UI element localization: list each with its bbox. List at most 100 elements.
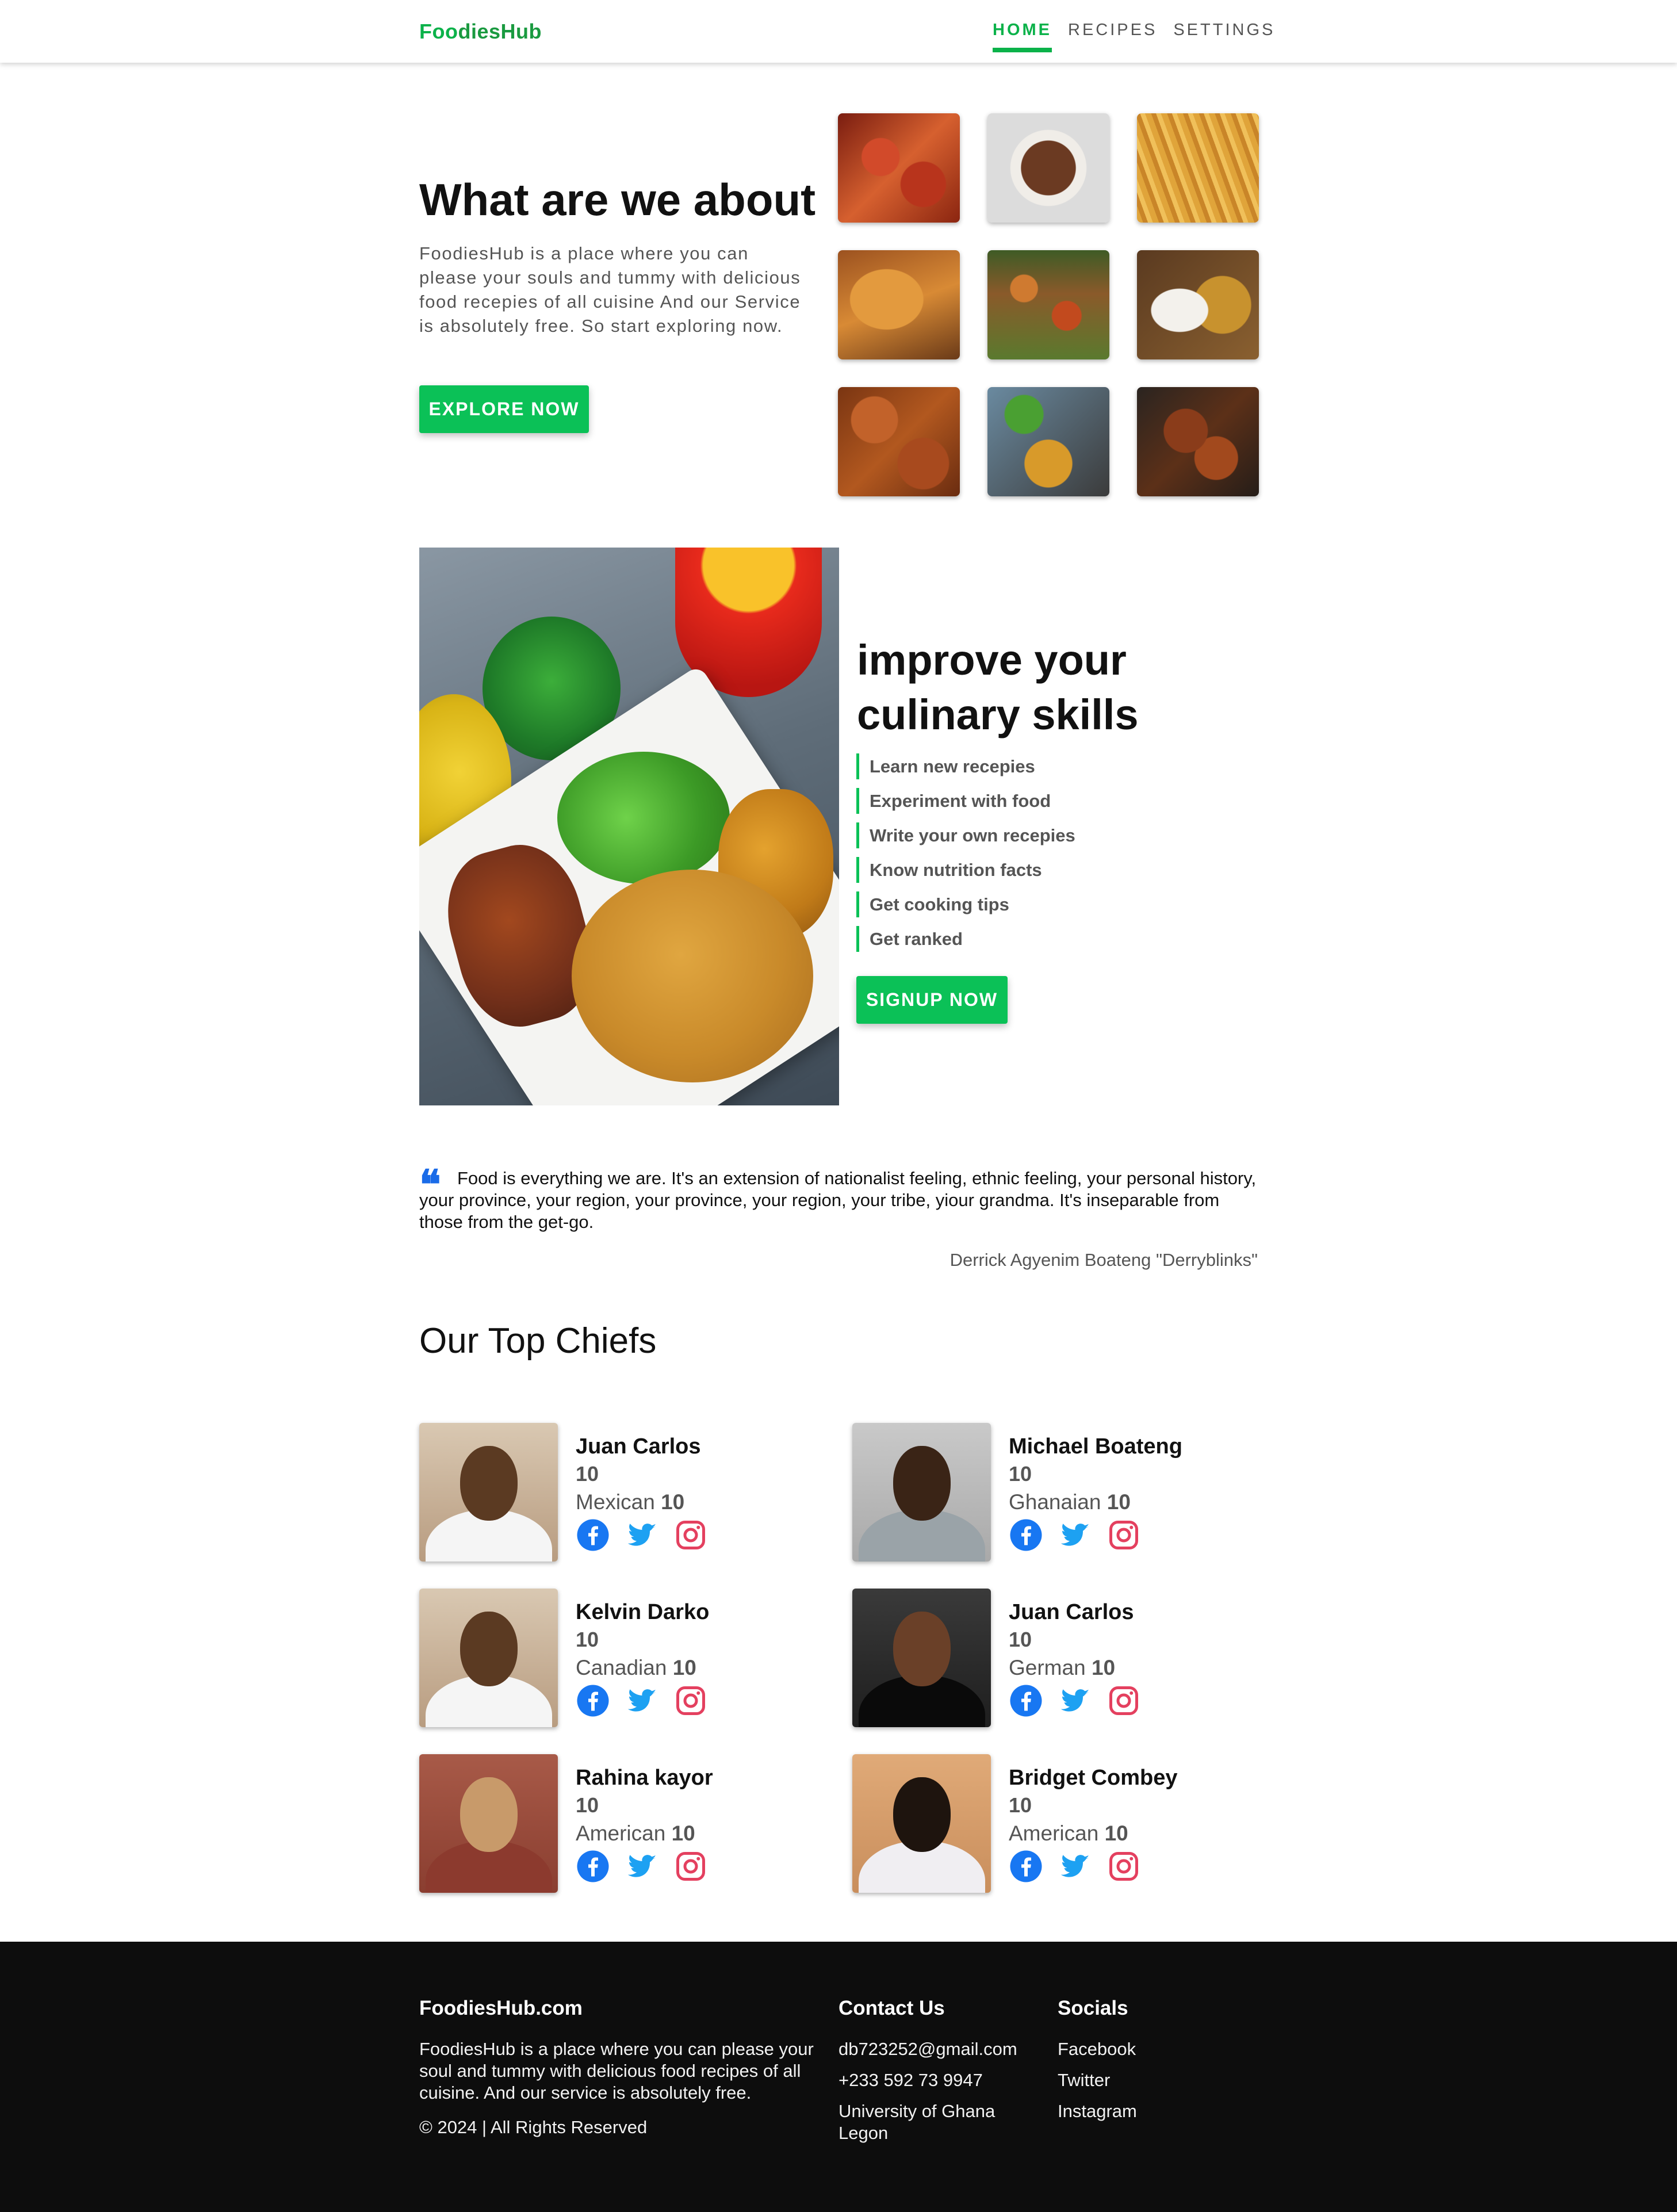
chef-photo-head xyxy=(893,1446,951,1521)
chef-cuisine: Canadian 10 xyxy=(576,1656,696,1680)
chef-cuisine-name: German xyxy=(1009,1656,1086,1679)
chef-cuisine-name: American xyxy=(576,1821,666,1845)
skill-item: Get cooking tips xyxy=(856,891,1144,917)
food-image xyxy=(1137,113,1259,223)
chef-cuisine-score: 10 xyxy=(672,1656,696,1679)
chef-name: Rahina kayor xyxy=(576,1766,713,1790)
food-image xyxy=(987,387,1109,496)
twitter-icon[interactable] xyxy=(1058,1518,1092,1552)
chef-cuisine-score: 10 xyxy=(1104,1821,1128,1845)
main-nav: HOME RECIPES SETTINGS xyxy=(993,21,1275,52)
instagram-icon[interactable] xyxy=(1106,1518,1141,1552)
footer-description: FoodiesHub is a place where you can plea… xyxy=(419,2039,814,2103)
chef-card: Juan Carlos 10 Mexican 10 xyxy=(419,1423,822,1562)
twitter-icon[interactable] xyxy=(625,1518,659,1552)
hero-greens-shape xyxy=(557,752,730,884)
skill-item: Know nutrition facts xyxy=(856,857,1144,883)
instagram-icon[interactable] xyxy=(673,1518,708,1552)
chef-photo-head xyxy=(460,1446,518,1521)
chef-cuisine: Mexican 10 xyxy=(576,1490,684,1514)
twitter-icon[interactable] xyxy=(1058,1849,1092,1884)
chef-score: 10 xyxy=(576,1793,599,1817)
chef-cuisine-score: 10 xyxy=(1106,1490,1131,1514)
hero-food-image xyxy=(419,548,839,1105)
logo-text-part1: Foo xyxy=(419,20,458,43)
chef-card: Michael Boateng 10 Ghanaian 10 xyxy=(852,1423,1255,1562)
instagram-icon[interactable] xyxy=(673,1683,708,1718)
footer-brand: FoodiesHub.com xyxy=(419,1997,583,2019)
about-title: What are we about xyxy=(419,174,816,225)
footer-email[interactable]: db723252@gmail.com xyxy=(838,2038,1017,2060)
footer-contact-title: Contact Us xyxy=(838,1997,945,2019)
chef-score: 10 xyxy=(1009,1628,1032,1651)
chef-cuisine-score: 10 xyxy=(1091,1656,1116,1679)
chef-cuisine: American 10 xyxy=(576,1821,695,1846)
nav-home[interactable]: HOME xyxy=(993,21,1052,52)
chef-score: 10 xyxy=(1009,1462,1032,1486)
food-gallery xyxy=(838,113,1259,497)
instagram-icon[interactable] xyxy=(673,1849,708,1884)
chef-name: Kelvin Darko xyxy=(576,1600,710,1624)
explore-now-button[interactable]: EXPLORE NOW xyxy=(419,385,589,433)
twitter-icon[interactable] xyxy=(625,1683,659,1718)
instagram-icon[interactable] xyxy=(1106,1683,1141,1718)
footer-link-instagram[interactable]: Instagram xyxy=(1058,2100,1137,2122)
facebook-icon[interactable] xyxy=(1009,1683,1043,1718)
skill-item: Learn new recepies xyxy=(856,753,1144,779)
quote-text: Food is everything we are. It's an exten… xyxy=(419,1168,1257,1232)
footer-address: University of Ghana Legon xyxy=(838,2101,996,2143)
twitter-icon[interactable] xyxy=(625,1849,659,1884)
footer-copyright: © 2024 | All Rights Reserved xyxy=(419,2117,648,2137)
chef-socials xyxy=(576,1849,708,1884)
chef-socials xyxy=(576,1518,708,1552)
chef-photo-head xyxy=(893,1612,951,1686)
about-description: FoodiesHub is a place where you can plea… xyxy=(419,243,801,336)
chef-cuisine-name: American xyxy=(1009,1821,1099,1845)
chef-card: Bridget Combey 10 American 10 xyxy=(852,1754,1255,1893)
chef-score: 10 xyxy=(576,1628,599,1651)
facebook-icon[interactable] xyxy=(576,1683,610,1718)
chef-name: Juan Carlos xyxy=(576,1434,701,1459)
chefs-title: Our Top Chiefs xyxy=(419,1321,657,1361)
chef-card: Juan Carlos 10 German 10 xyxy=(852,1589,1255,1727)
footer-link-twitter[interactable]: Twitter xyxy=(1058,2069,1110,2091)
footer-socials-title: Socials xyxy=(1058,1997,1128,2019)
chef-socials xyxy=(1009,1849,1141,1884)
facebook-icon[interactable] xyxy=(576,1518,610,1552)
site-logo[interactable]: FoodiesHub xyxy=(419,20,542,44)
footer-link-facebook[interactable]: Facebook xyxy=(1058,2038,1136,2060)
chef-cuisine: Ghanaian 10 xyxy=(1009,1490,1131,1514)
chef-photo-head xyxy=(460,1777,518,1852)
food-image xyxy=(1137,387,1259,496)
chef-photo xyxy=(419,1754,558,1893)
food-image xyxy=(838,250,960,359)
food-image xyxy=(838,387,960,496)
chef-photo xyxy=(419,1589,558,1727)
chef-photo xyxy=(852,1589,991,1727)
chef-cuisine-name: Ghanaian xyxy=(1009,1490,1101,1514)
food-image xyxy=(1137,250,1259,359)
nav-recipes[interactable]: RECIPES xyxy=(1068,21,1157,52)
footer-phone[interactable]: +233 592 73 9947 xyxy=(838,2069,983,2091)
food-image xyxy=(987,113,1109,223)
chef-photo xyxy=(852,1754,991,1893)
instagram-icon[interactable] xyxy=(1106,1849,1141,1884)
facebook-icon[interactable] xyxy=(1009,1849,1043,1884)
chef-cuisine-name: Canadian xyxy=(576,1656,667,1679)
chef-socials xyxy=(1009,1518,1141,1552)
skill-item: Write your own recepies xyxy=(856,822,1144,848)
chef-cuisine: American 10 xyxy=(1009,1821,1128,1846)
chef-card: Rahina kayor 10 American 10 xyxy=(419,1754,822,1893)
logo-text-part2: diesHub xyxy=(458,20,542,43)
facebook-icon[interactable] xyxy=(576,1849,610,1884)
hero-rice-shape xyxy=(572,870,813,1082)
chef-cuisine-score: 10 xyxy=(671,1821,695,1845)
signup-now-button[interactable]: SIGNUP NOW xyxy=(856,976,1008,1024)
facebook-icon[interactable] xyxy=(1009,1518,1043,1552)
nav-settings[interactable]: SETTINGS xyxy=(1173,21,1275,52)
chef-name: Bridget Combey xyxy=(1009,1766,1178,1790)
chef-cuisine: German 10 xyxy=(1009,1656,1115,1680)
chef-name: Michael Boateng xyxy=(1009,1434,1182,1459)
chef-photo xyxy=(419,1423,558,1562)
twitter-icon[interactable] xyxy=(1058,1683,1092,1718)
